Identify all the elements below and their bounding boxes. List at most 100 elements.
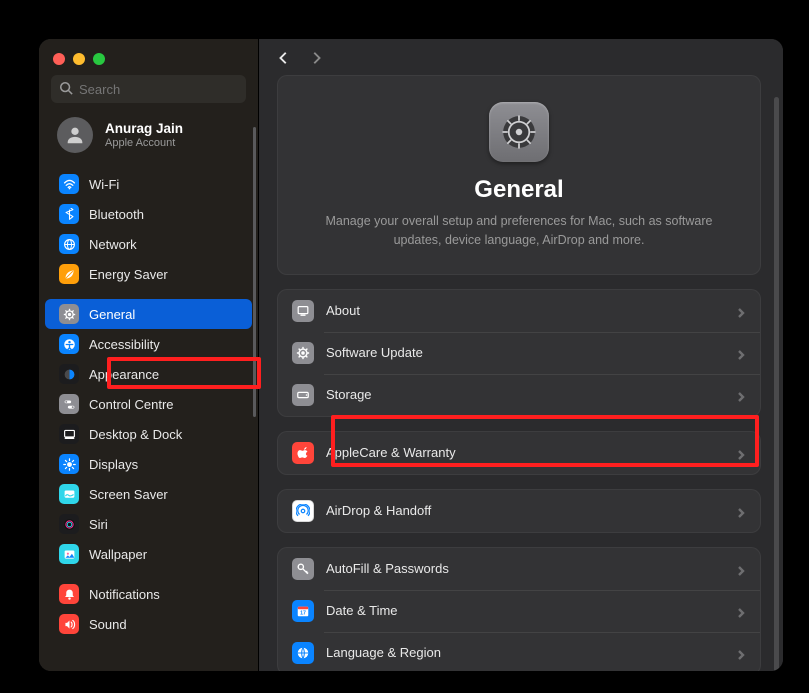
key-icon bbox=[292, 558, 314, 580]
settings-group: AirDrop & Handoff bbox=[277, 489, 761, 533]
mac-icon bbox=[292, 300, 314, 322]
sidebar-item-network[interactable]: Network bbox=[45, 229, 252, 259]
row-date-time[interactable]: 17 Date & Time bbox=[278, 590, 760, 632]
sidebar-item-label: Wallpaper bbox=[89, 547, 147, 562]
sidebar-item-label: General bbox=[89, 307, 135, 322]
leaf-icon bbox=[59, 264, 79, 284]
sidebar-item-wi-fi[interactable]: Wi-Fi bbox=[45, 169, 252, 199]
sidebar-item-label: Wi-Fi bbox=[89, 177, 119, 192]
sidebar-item-energy-saver[interactable]: Energy Saver bbox=[45, 259, 252, 289]
gear-icon bbox=[489, 102, 549, 162]
applecare-icon bbox=[292, 442, 314, 464]
account-sub: Apple Account bbox=[105, 137, 183, 149]
sidebar-item-screen-saver[interactable]: Screen Saver bbox=[45, 479, 252, 509]
row-about[interactable]: About bbox=[278, 290, 760, 332]
sidebar-item-appearance[interactable]: Appearance bbox=[45, 359, 252, 389]
row-storage[interactable]: Storage bbox=[278, 374, 760, 416]
close-window-button[interactable] bbox=[53, 53, 65, 65]
search-field[interactable] bbox=[51, 75, 246, 103]
nav-forward-button[interactable] bbox=[309, 51, 323, 65]
disk-icon bbox=[292, 384, 314, 406]
sidebar: Anurag Jain Apple Account Wi-Fi Bluetooth… bbox=[39, 39, 259, 671]
sidebar-item-label: Energy Saver bbox=[89, 267, 168, 282]
sidebar-item-accessibility[interactable]: Accessibility bbox=[45, 329, 252, 359]
sidebar-list: Wi-Fi BluetoothNetwork Energy Saver General… bbox=[39, 165, 258, 671]
chevron-right-icon bbox=[736, 606, 746, 616]
main-pane: General Manage your overall setup and pr… bbox=[259, 39, 783, 671]
calendar-icon: 17 bbox=[292, 600, 314, 622]
figure-icon bbox=[59, 334, 79, 354]
bluetooth-icon bbox=[59, 204, 79, 224]
sidebar-item-label: Appearance bbox=[89, 367, 159, 382]
sidebar-item-label: Control Centre bbox=[89, 397, 174, 412]
sidebar-item-desktop-dock[interactable]: Desktop & Dock bbox=[45, 419, 252, 449]
chevron-right-icon bbox=[736, 648, 746, 658]
apple-account-row[interactable]: Anurag Jain Apple Account bbox=[39, 115, 258, 165]
row-software-update[interactable]: Software Update bbox=[278, 332, 760, 374]
sidebar-item-bluetooth[interactable]: Bluetooth bbox=[45, 199, 252, 229]
row-applecare-warranty[interactable]: AppleCare & Warranty bbox=[278, 432, 760, 474]
row-autofill-passwords[interactable]: AutoFill & Passwords bbox=[278, 548, 760, 590]
search-input[interactable] bbox=[79, 82, 255, 97]
sidebar-item-label: Sound bbox=[89, 617, 127, 632]
sidebar-scrollbar[interactable] bbox=[253, 127, 256, 417]
row-language-region[interactable]: Language & Region bbox=[278, 632, 760, 672]
account-name: Anurag Jain bbox=[105, 121, 183, 136]
sidebar-item-label: Desktop & Dock bbox=[89, 427, 182, 442]
chevron-right-icon bbox=[736, 506, 746, 516]
sidebar-item-notifications[interactable]: Notifications bbox=[45, 579, 252, 609]
wifi-icon bbox=[59, 174, 79, 194]
bell-icon bbox=[59, 584, 79, 604]
sidebar-item-general[interactable]: General bbox=[45, 299, 252, 329]
gear-icon bbox=[59, 304, 79, 324]
row-label: AppleCare & Warranty bbox=[326, 445, 724, 460]
globe2-icon bbox=[292, 642, 314, 664]
sidebar-item-label: Displays bbox=[89, 457, 138, 472]
avatar bbox=[57, 117, 93, 153]
sidebar-item-siri[interactable]: Siri bbox=[45, 509, 252, 539]
globe-icon bbox=[59, 234, 79, 254]
settings-group: AutoFill & Passwords 17 Date & Time Languag… bbox=[277, 547, 761, 672]
row-airdrop-handoff[interactable]: AirDrop & Handoff bbox=[278, 490, 760, 532]
siri-icon bbox=[59, 514, 79, 534]
sun-icon bbox=[59, 454, 79, 474]
settings-group: AppleCare & Warranty bbox=[277, 431, 761, 475]
sidebar-item-wallpaper[interactable]: Wallpaper bbox=[45, 539, 252, 569]
search-icon bbox=[59, 81, 79, 98]
row-label: Language & Region bbox=[326, 645, 724, 660]
sidebar-item-displays[interactable]: Displays bbox=[45, 449, 252, 479]
sidebar-item-label: Siri bbox=[89, 517, 108, 532]
row-label: About bbox=[326, 303, 724, 318]
chevron-right-icon bbox=[736, 390, 746, 400]
sidebar-item-control-centre[interactable]: Control Centre bbox=[45, 389, 252, 419]
content: General Manage your overall setup and pr… bbox=[259, 75, 783, 671]
row-label: Date & Time bbox=[326, 603, 724, 618]
system-settings-window: Anurag Jain Apple Account Wi-Fi Bluetooth… bbox=[39, 39, 783, 671]
chevron-right-icon bbox=[736, 564, 746, 574]
gear-icon bbox=[292, 342, 314, 364]
sidebar-item-label: Screen Saver bbox=[89, 487, 168, 502]
screensaver-icon bbox=[59, 484, 79, 504]
speaker-icon bbox=[59, 614, 79, 634]
airdrop-icon bbox=[292, 500, 314, 522]
page-title: General bbox=[318, 176, 720, 204]
minimize-window-button[interactable] bbox=[73, 53, 85, 65]
dock-icon bbox=[59, 424, 79, 444]
nav-back-button[interactable] bbox=[277, 51, 291, 65]
sidebar-item-label: Accessibility bbox=[89, 337, 160, 352]
row-label: Storage bbox=[326, 387, 724, 402]
wallpaper-icon bbox=[59, 544, 79, 564]
sidebar-item-label: Notifications bbox=[89, 587, 160, 602]
appearance-icon bbox=[59, 364, 79, 384]
sidebar-item-sound[interactable]: Sound bbox=[45, 609, 252, 639]
chevron-right-icon bbox=[736, 306, 746, 316]
row-label: AutoFill & Passwords bbox=[326, 561, 724, 576]
hero: General Manage your overall setup and pr… bbox=[277, 75, 761, 275]
settings-group: About Software Update Storage bbox=[277, 289, 761, 417]
page-description: Manage your overall setup and preference… bbox=[318, 212, 720, 250]
zoom-window-button[interactable] bbox=[93, 53, 105, 65]
main-scrollbar[interactable] bbox=[774, 97, 779, 671]
row-label: AirDrop & Handoff bbox=[326, 503, 724, 518]
chevron-right-icon bbox=[736, 448, 746, 458]
toolbar bbox=[259, 39, 783, 75]
